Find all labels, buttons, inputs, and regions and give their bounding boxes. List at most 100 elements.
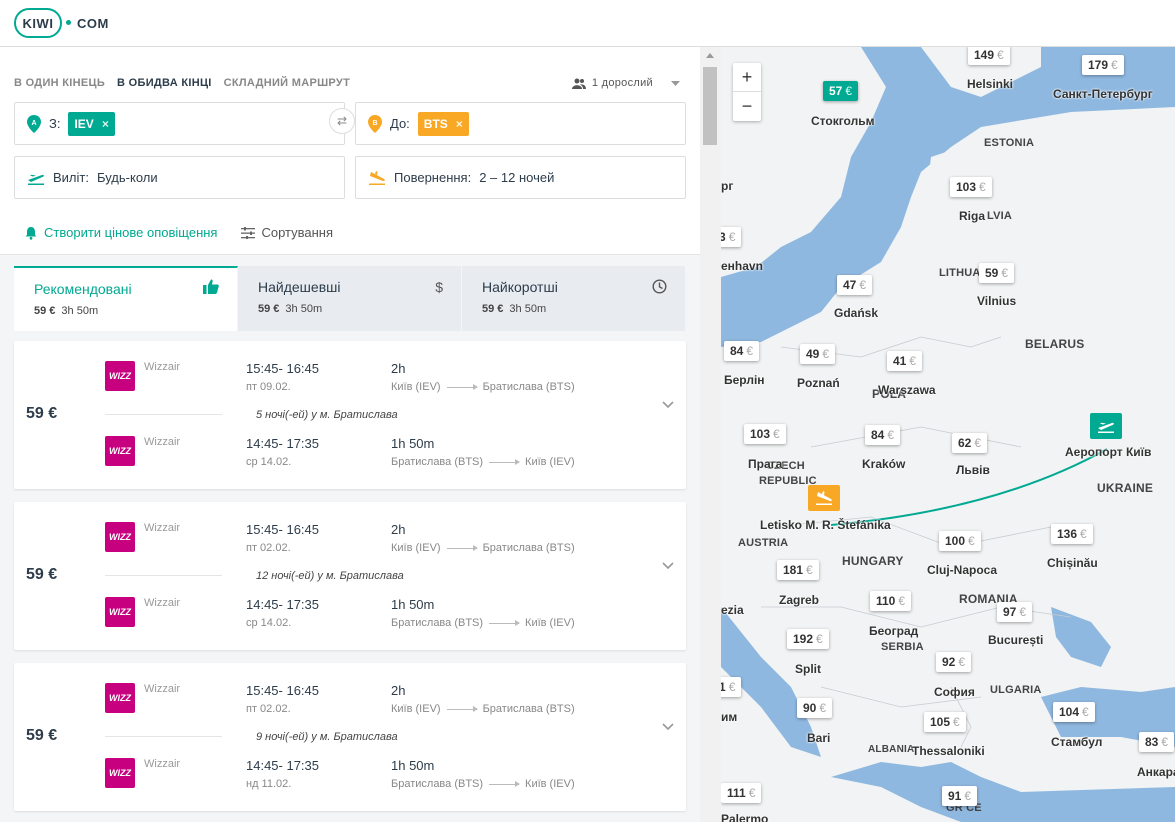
chevron-down-icon[interactable] <box>662 562 674 570</box>
map-price-marker[interactable]: 83 € <box>1139 732 1175 752</box>
wizzair-logo: WIZZ <box>105 597 135 627</box>
map-price-marker[interactable]: 111 € <box>721 783 762 803</box>
map-price-marker[interactable]: 84 € <box>865 425 901 445</box>
chevron-down-icon[interactable] <box>662 401 674 409</box>
route-to: Київ (IEV) <box>525 778 575 790</box>
flight-times: 14:45- 17:35 <box>246 758 320 773</box>
tab-cheapest[interactable]: Найдешевші 59 € 3h 50m $ <box>238 266 462 331</box>
sort-button[interactable]: Сортування <box>241 225 333 240</box>
marker-price: 103 <box>956 180 977 194</box>
map-price-marker[interactable]: 62 € <box>952 433 988 453</box>
trip-type-multi[interactable]: СКЛАДНИЙ МАРШРУТ <box>224 77 350 89</box>
destination-chip[interactable]: BTS × <box>417 111 469 136</box>
marker-price: 91 <box>948 789 962 803</box>
wizzair-logo: WIZZ <box>105 436 135 466</box>
tab-recommended[interactable]: Рекомендовані 59 € 3h 50m <box>14 266 238 331</box>
tab-summary: 59 € 3h 50m <box>258 303 441 315</box>
map-price-marker[interactable]: 100 € <box>939 531 981 551</box>
flight-duration: 1h 50m <box>391 436 435 451</box>
map-price-marker[interactable]: 179 € <box>1082 55 1124 75</box>
kiwi-logo[interactable]: KIWI COM <box>14 8 109 38</box>
wizzair-logo: WIZZ <box>105 758 135 788</box>
flight-route: Братислава (BTS) Київ (IEV) <box>391 617 575 629</box>
segment-divider <box>105 575 222 576</box>
city-kyiv-airport: Аеропорт Київ <box>1065 445 1152 459</box>
trip-type-return[interactable]: В ОБИДВА КІНЦІ <box>117 77 212 89</box>
map-price-marker[interactable]: 110 € <box>870 591 912 611</box>
results-panel: В ОДИН КІНЕЦЬ В ОБИДВА КІНЦІ СКЛАДНИЙ МА… <box>0 47 700 822</box>
header: KIWI COM <box>0 0 1175 47</box>
country-serbia: SERBIA <box>881 641 924 653</box>
map-price-marker[interactable]: 84 € <box>724 341 760 361</box>
map-price-marker[interactable]: 192 € <box>787 629 829 649</box>
flight-date: пт 09.02. <box>246 381 291 393</box>
trip-type-one-way[interactable]: В ОДИН КІНЕЦЬ <box>14 77 105 89</box>
zoom-in-button[interactable]: + <box>733 63 761 92</box>
map-price-marker[interactable]: 136 € <box>1051 524 1093 544</box>
search-form: В ОДИН КІНЕЦЬ В ОБИДВА КІНЦІ СКЛАДНИЙ МА… <box>0 47 700 254</box>
map-price-marker[interactable]: 47 € <box>837 275 873 295</box>
destination-airport-marker[interactable] <box>808 485 840 511</box>
result-card[interactable]: 59 € WIZZ Wizzair 15:45- 16:45 пт 02.02.… <box>14 663 686 811</box>
map-price-marker[interactable]: 103 € <box>950 177 992 197</box>
route-to: Братислава (BTS) <box>482 381 575 393</box>
wizzair-logo: WIZZ <box>105 683 135 713</box>
stay-length: 12 ночі(-ей) у м. Братислава <box>256 570 404 582</box>
map-price-marker[interactable]: 90 € <box>797 698 833 718</box>
zoom-out-button[interactable]: − <box>733 92 761 121</box>
marker-price: 41 <box>893 354 907 368</box>
scrollbar-thumb[interactable] <box>703 67 717 145</box>
tab-fastest[interactable]: Найкоротші 59 € 3h 50m <box>462 266 686 331</box>
trip-type-tabs: В ОДИН КІНЕЦЬ В ОБИДВА КІНЦІ СКЛАДНИЙ МА… <box>14 75 686 91</box>
scroll-up-icon[interactable] <box>706 53 714 58</box>
flight-duration: 1h 50m <box>391 758 435 773</box>
marker-price: 92 <box>942 655 956 669</box>
marker-price: 47 <box>843 278 857 292</box>
origin-airport-marker[interactable] <box>1090 413 1122 439</box>
origin-remove-icon[interactable]: × <box>102 117 109 131</box>
map-price-marker[interactable]: 92 € <box>936 652 972 672</box>
marker-currency: € <box>728 230 736 244</box>
map[interactable]: + − ESTONIA LITHUA LVIA BELARUS POLA CZE… <box>721 47 1175 822</box>
carrier-name: Wizzair <box>144 522 181 534</box>
map-price-marker[interactable]: 49 € <box>800 344 836 364</box>
divider <box>0 254 700 266</box>
origin-field[interactable]: A З: IEV × <box>14 102 345 145</box>
map-price-marker[interactable]: 1 € <box>721 677 742 697</box>
destination-field[interactable]: B До: BTS × <box>355 102 686 145</box>
country-belarus: BELARUS <box>1025 337 1085 351</box>
marker-price: 111 <box>727 786 746 800</box>
passengers-select[interactable]: 1 дорослий <box>571 77 680 89</box>
stay-length: 9 ночі(-ей) у м. Братислава <box>256 731 398 743</box>
map-price-marker[interactable]: 103 € <box>744 424 786 444</box>
result-card[interactable]: 59 € WIZZ Wizzair 15:45- 16:45 пт 02.02.… <box>14 502 686 650</box>
city-bari: Bari <box>807 731 831 745</box>
map-price-marker[interactable]: 3 € <box>721 227 742 247</box>
marker-price: 83 <box>1145 735 1159 749</box>
map-price-marker[interactable]: 181 € <box>777 560 819 580</box>
destination-chip-code: BTS <box>423 116 448 131</box>
marker-price: 149 <box>974 48 995 62</box>
map-price-marker[interactable]: 105 € <box>924 712 966 732</box>
price-alert-button[interactable]: Створити цінове оповіщення <box>24 225 217 240</box>
destination-remove-icon[interactable]: × <box>456 117 463 131</box>
marker-price: 49 <box>806 347 820 361</box>
flight-date: пт 02.02. <box>246 703 291 715</box>
return-date-field[interactable]: Повернення: 2 – 12 ночей <box>355 156 686 199</box>
scrollbar[interactable] <box>700 47 721 822</box>
chevron-down-icon[interactable] <box>662 723 674 731</box>
map-price-marker[interactable]: 104 € <box>1053 702 1095 722</box>
marker-currency: € <box>1080 527 1087 541</box>
map-price-marker-highlighted[interactable]: 57 € <box>823 81 859 101</box>
departure-date-field[interactable]: Виліт: Будь-коли <box>14 156 345 199</box>
map-price-marker[interactable]: 91 € <box>942 786 978 806</box>
swap-button[interactable]: ⇄ <box>329 108 355 134</box>
marker-currency: € <box>964 789 972 803</box>
map-price-marker[interactable]: 41 € <box>887 351 923 371</box>
map-price-marker[interactable]: 59 € <box>979 263 1015 283</box>
origin-chip[interactable]: IEV × <box>68 111 115 136</box>
result-card[interactable]: 59 € WIZZ Wizzair 15:45- 16:45 пт 09.02.… <box>14 341 686 489</box>
map-price-marker[interactable]: 97 € <box>997 602 1033 622</box>
marker-currency: € <box>728 680 736 694</box>
map-price-marker[interactable]: 149 € <box>968 47 1010 65</box>
